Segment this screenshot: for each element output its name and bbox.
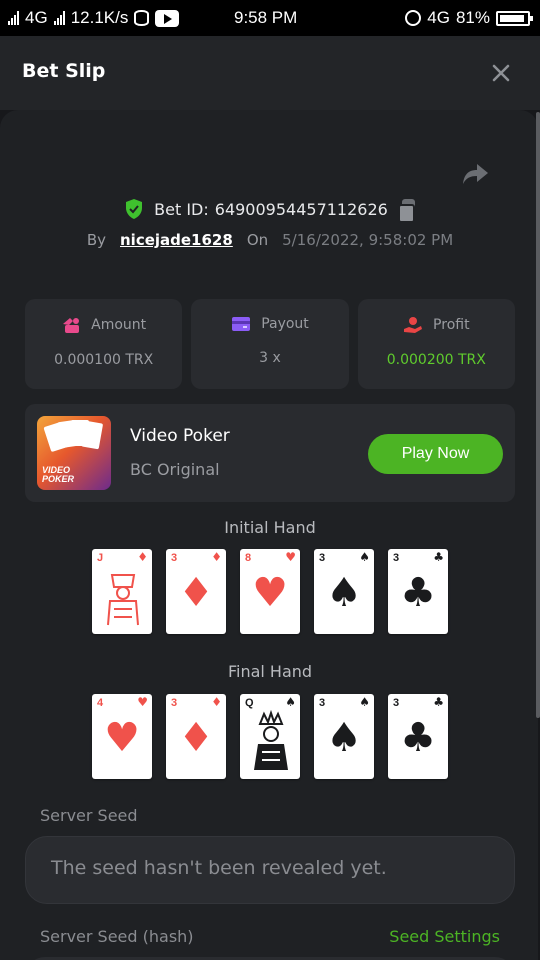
- queen-face-icon: [254, 710, 288, 770]
- card-suit: ♦: [211, 550, 222, 564]
- card-rank: 3: [319, 697, 326, 709]
- by-label: By: [86, 231, 106, 249]
- seed-settings-link[interactable]: Seed Settings: [389, 927, 500, 946]
- username-link[interactable]: nicejade1628: [120, 231, 233, 249]
- profit-value: 0.000200 TRX: [386, 352, 486, 368]
- card-suit: ♠: [359, 695, 370, 709]
- card-big-suit: ♥: [252, 570, 288, 616]
- playing-card: 3 ♦ ♦: [166, 694, 226, 779]
- card-suit: ♦: [211, 695, 222, 709]
- card-suit: ♣: [433, 695, 444, 709]
- card-rank: 3: [319, 552, 326, 564]
- on-label: On: [246, 231, 269, 249]
- card-big-suit: ♣: [400, 570, 436, 616]
- card-suit: ♣: [433, 550, 444, 564]
- page-title: Bet Slip: [22, 60, 106, 82]
- card-big-suit: ♣: [400, 715, 436, 761]
- card-big-suit: ♠: [326, 570, 362, 616]
- amount-icon: [63, 318, 80, 333]
- initial-hand: J ♦ 3 ♦ ♦ 8 ♥ ♥ 3 ♠ ♠ 3 ♣ ♣: [0, 549, 540, 634]
- game-card: VIDEO POKER Video Poker BC Original Play …: [25, 404, 515, 502]
- battery-percent: 81%: [455, 8, 490, 27]
- bet-id-label: Bet ID:: [154, 199, 209, 219]
- youtube-icon: [155, 9, 180, 27]
- card-suit: ♠: [359, 550, 370, 564]
- battery-icon: [496, 10, 533, 26]
- card-rank: 4: [97, 697, 104, 709]
- playing-card: 8 ♥ ♥: [240, 549, 300, 634]
- playing-card: Q ♠: [240, 694, 300, 779]
- card-suit: ♦: [137, 550, 148, 564]
- alarm-icon: [405, 10, 422, 26]
- card-suit: ♥: [285, 550, 296, 564]
- card-suit: ♠: [285, 695, 296, 709]
- playing-card: 3 ♦ ♦: [166, 549, 226, 634]
- play-now-button[interactable]: Play Now: [368, 434, 503, 474]
- server-seed-label: Server Seed: [40, 806, 138, 825]
- network-type: 4G: [25, 8, 48, 27]
- bet-date: 5/16/2022, 9:58:02 PM: [282, 231, 454, 249]
- header: Bet Slip: [0, 36, 540, 110]
- payout-card-icon: [232, 317, 251, 331]
- playing-card: 3 ♣ ♣: [388, 694, 448, 779]
- profit-stat: Profit 0.000200 TRX: [357, 299, 515, 389]
- card-rank: 3: [171, 552, 178, 564]
- bet-id-row: Bet ID: 64900954457112626: [0, 198, 540, 223]
- card-big-suit: ♦: [178, 715, 214, 761]
- playing-card: 3 ♠ ♠: [314, 549, 374, 634]
- video-poker-thumbnail[interactable]: VIDEO POKER: [37, 416, 111, 490]
- database-icon: [134, 10, 150, 26]
- card-rank: 3: [171, 697, 178, 709]
- playing-card: J ♦: [92, 549, 152, 634]
- bet-id-value: 64900954457112626: [214, 199, 388, 219]
- game-name: Video Poker: [130, 426, 230, 446]
- share-icon[interactable]: [460, 160, 490, 188]
- card-rank: Q: [245, 697, 254, 709]
- verified-shield-icon: [126, 199, 143, 219]
- close-icon[interactable]: [488, 60, 514, 86]
- thumb-text-poker: POKER: [42, 474, 75, 484]
- card-big-suit: ♠: [326, 715, 362, 761]
- amount-value: 0.000100 TRX: [54, 352, 154, 368]
- signal-icon: [53, 11, 65, 25]
- profit-label: Profit: [433, 317, 470, 333]
- signal-icon: [8, 11, 19, 25]
- initial-hand-title: Initial Hand: [224, 518, 316, 537]
- playing-card: 3 ♠ ♠: [314, 694, 374, 779]
- bet-stats: Amount 0.000100 TRX Payout 3 x Profit 0.…: [25, 299, 515, 389]
- server-seed-field[interactable]: The seed hasn't been revealed yet.: [25, 836, 515, 904]
- card-rank: J: [97, 552, 104, 564]
- clock: 9:58 PM: [234, 8, 298, 27]
- card-big-suit: ♥: [104, 715, 140, 761]
- status-bar: 4G 12.1K/s 9:58 PM 4G 81%: [0, 0, 540, 36]
- card-rank: 3: [393, 552, 400, 564]
- network-type: 4G: [427, 8, 450, 27]
- amount-stat: Amount 0.000100 TRX: [25, 299, 183, 389]
- server-seed-hash-label: Server Seed (hash): [40, 927, 194, 946]
- profit-icon: [404, 317, 423, 333]
- network-speed: 12.1K/s: [70, 8, 129, 27]
- card-suit: ♥: [137, 695, 148, 709]
- game-subtitle: BC Original: [130, 460, 220, 479]
- server-seed-value: The seed hasn't been revealed yet.: [51, 857, 387, 879]
- amount-label: Amount: [91, 317, 147, 333]
- payout-label: Payout: [261, 316, 309, 332]
- card-rank: 8: [245, 552, 252, 564]
- card-rank: 3: [393, 697, 400, 709]
- final-hand: 4 ♥ ♥ 3 ♦ ♦ Q ♠ 3 ♠ ♠ 3 ♣ ♣: [0, 694, 540, 779]
- payout-value: 3 x: [259, 350, 281, 366]
- final-hand-title: Final Hand: [227, 662, 313, 681]
- playing-card: 4 ♥ ♥: [92, 694, 152, 779]
- playing-card: 3 ♣ ♣: [388, 549, 448, 634]
- jack-face-icon: [107, 574, 139, 626]
- payout-stat: Payout 3 x: [191, 299, 349, 389]
- card-big-suit: ♦: [178, 570, 214, 616]
- copy-icon[interactable]: [397, 199, 416, 223]
- bet-byline: By nicejade1628 On 5/16/2022, 9:58:02 PM: [0, 231, 540, 249]
